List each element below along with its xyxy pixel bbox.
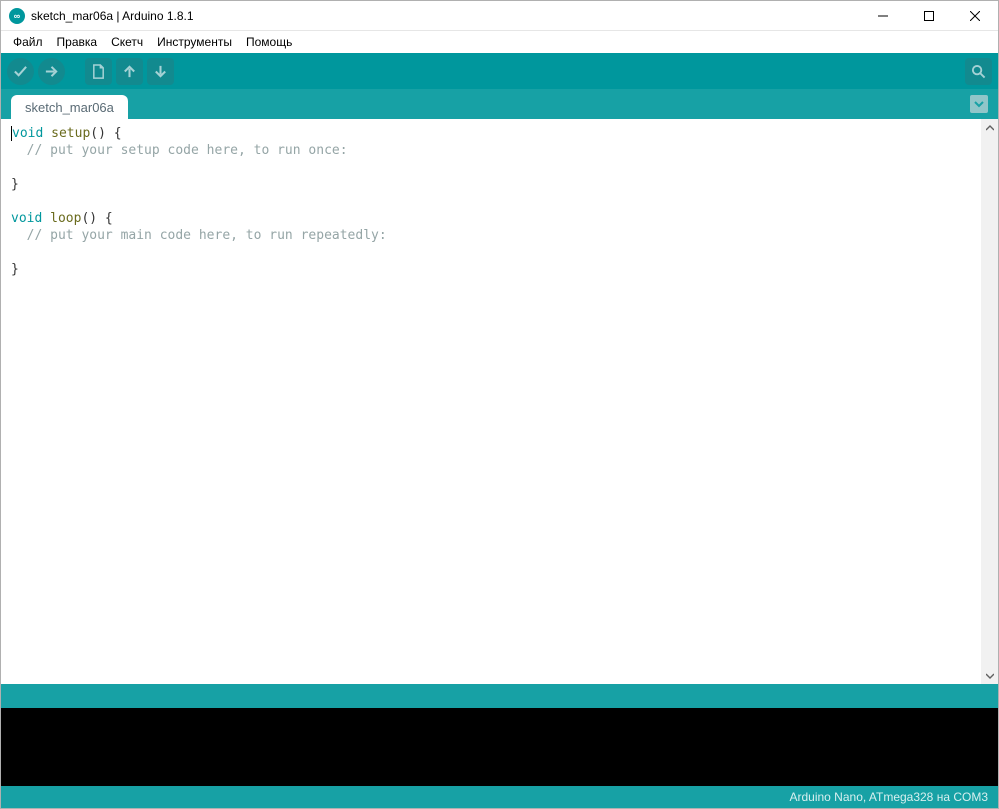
menu-file[interactable]: Файл: [7, 33, 49, 51]
menu-tools[interactable]: Инструменты: [151, 33, 238, 51]
upload-button[interactable]: [38, 58, 65, 85]
toolbar: [1, 53, 998, 89]
tab-strip: sketch_mar06a: [1, 89, 998, 119]
check-icon: [13, 64, 28, 79]
maximize-button[interactable]: [906, 1, 952, 31]
chevron-up-icon: [986, 124, 994, 132]
bottom-status-bar: Arduino Nano, ATmega328 на COM3: [1, 786, 998, 808]
code-token: () {: [90, 126, 121, 141]
file-icon: [91, 64, 106, 79]
output-console[interactable]: [1, 708, 998, 786]
board-status: Arduino Nano, ATmega328 на COM3: [789, 790, 988, 804]
close-button[interactable]: [952, 1, 998, 31]
minimize-icon: [878, 11, 888, 21]
app-window: ∞ sketch_mar06a | Arduino 1.8.1 Файл Пра…: [0, 0, 999, 809]
arrow-right-icon: [44, 64, 59, 79]
editor-area: void setup() { // put your setup code he…: [1, 119, 998, 684]
code-token: // put your setup code here, to run once…: [11, 143, 348, 158]
open-button[interactable]: [116, 58, 143, 85]
menu-sketch[interactable]: Скетч: [105, 33, 149, 51]
vertical-scrollbar[interactable]: [981, 119, 998, 684]
chevron-down-icon: [986, 672, 994, 680]
scroll-down-button[interactable]: [981, 667, 998, 684]
new-button[interactable]: [85, 58, 112, 85]
scroll-up-button[interactable]: [981, 119, 998, 136]
code-token: }: [11, 262, 19, 277]
minimize-button[interactable]: [860, 1, 906, 31]
close-icon: [970, 11, 980, 21]
tab-menu-button[interactable]: [970, 95, 988, 113]
app-icon: ∞: [9, 8, 25, 24]
code-editor[interactable]: void setup() { // put your setup code he…: [1, 119, 981, 684]
window-title: sketch_mar06a | Arduino 1.8.1: [31, 9, 194, 23]
chevron-down-icon: [974, 99, 984, 109]
code-token: void: [11, 211, 42, 226]
code-token: }: [11, 177, 19, 192]
verify-button[interactable]: [7, 58, 34, 85]
code-token: () {: [81, 211, 112, 226]
menu-help[interactable]: Помощь: [240, 33, 298, 51]
menu-edit[interactable]: Правка: [51, 33, 104, 51]
serial-monitor-button[interactable]: [965, 58, 992, 85]
maximize-icon: [924, 11, 934, 21]
menu-bar: Файл Правка Скетч Инструменты Помощь: [1, 31, 998, 53]
arrow-down-icon: [153, 64, 168, 79]
sketch-tab[interactable]: sketch_mar06a: [11, 95, 128, 120]
code-token: setup: [43, 126, 90, 141]
code-token: // put your main code here, to run repea…: [11, 228, 387, 243]
arrow-up-icon: [122, 64, 137, 79]
serial-monitor-icon: [971, 64, 986, 79]
title-bar: ∞ sketch_mar06a | Arduino 1.8.1: [1, 1, 998, 31]
code-token: loop: [42, 211, 81, 226]
status-divider: [1, 684, 998, 708]
save-button[interactable]: [147, 58, 174, 85]
code-token: void: [12, 126, 43, 141]
